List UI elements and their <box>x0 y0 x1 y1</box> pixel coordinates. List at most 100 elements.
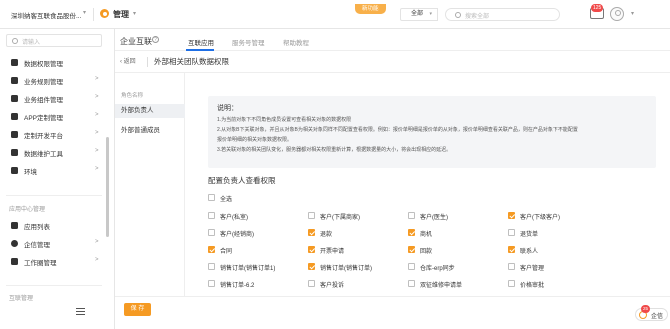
message-count-badge: 125 <box>591 4 604 12</box>
divider <box>93 8 94 21</box>
tab-help-tutorial[interactable]: 帮助教程 <box>283 37 309 47</box>
page-title: 企业互联 <box>120 37 152 46</box>
permission-checkbox-label: 客户(经销商) <box>220 232 254 238</box>
permission-checkbox-label: 合同 <box>220 249 233 255</box>
tab-interconnect-apps[interactable]: 互联应用 <box>188 37 214 47</box>
permission-checkbox[interactable] <box>208 229 215 236</box>
permission-checkbox[interactable] <box>508 280 515 287</box>
help-icon[interactable]: ? <box>152 36 159 43</box>
permission-checkbox-label: 联系人 <box>520 249 539 255</box>
select-all-label: 全选 <box>220 197 233 203</box>
sidebar-scrollbar[interactable] <box>106 137 109 237</box>
chevron-down-icon: ▾ <box>429 11 432 17</box>
back-label: 返回 <box>123 59 136 65</box>
permission-checkbox-label: 客户(下属商家) <box>320 215 360 221</box>
chevron-right-icon: > <box>95 239 99 245</box>
screen-icon <box>11 167 18 174</box>
grid-icon <box>11 222 18 229</box>
permission-checkbox[interactable] <box>408 263 415 270</box>
divider <box>147 57 148 67</box>
sidebar-item-dev-platform[interactable]: 定制开发平台 > <box>0 128 108 141</box>
new-feature-badge[interactable]: 新功能 <box>355 4 386 14</box>
company-name[interactable]: 深圳纳客互联食品股份... <box>11 10 81 20</box>
sidebar-item-label: 工作圈管理 <box>24 260 57 267</box>
permission-checkbox[interactable] <box>308 246 315 253</box>
sidebar-search-input[interactable]: 请输入 <box>6 34 102 47</box>
permission-checkbox[interactable] <box>208 212 215 219</box>
permission-checkbox[interactable] <box>408 212 415 219</box>
footer-bar: 保 存 <box>115 296 670 329</box>
permission-checkbox[interactable] <box>508 229 515 236</box>
global-search-input[interactable]: 搜索全部 <box>445 8 560 21</box>
sidebar-item-work-circle[interactable]: 工作圈管理 > <box>0 255 108 268</box>
save-button[interactable]: 保 存 <box>124 303 151 316</box>
sidebar-item-data-tools[interactable]: 数据维护工具 > <box>0 146 108 159</box>
collapse-menu-icon[interactable] <box>76 308 85 315</box>
select-all-checkbox[interactable] <box>208 194 215 201</box>
permission-checkbox[interactable] <box>508 212 515 219</box>
permission-checkbox-label: 客户(下级客户) <box>520 215 560 221</box>
role-item-external-member[interactable]: 外部普通成员 <box>115 124 185 138</box>
sidebar-item-label: 定制开发平台 <box>24 133 63 140</box>
sidebar: 请输入 数据权限管理 业务规则管理 > 业务组件管理 > APP定制管理 > 定… <box>0 29 115 329</box>
role-item-external-owner[interactable]: 外部负责人 <box>115 104 185 118</box>
avatar[interactable] <box>610 7 624 21</box>
sidebar-item-label: 数据权限管理 <box>24 61 63 68</box>
permission-checkbox-label: 销售订单(销售订单1) <box>220 266 276 272</box>
tab-service-accounts[interactable]: 服务号管理 <box>232 37 265 47</box>
wrench-icon <box>11 77 18 84</box>
lock-icon <box>11 59 18 66</box>
search-scope-select[interactable]: 全部 ▾ <box>400 8 438 21</box>
description-line: 1.为当前对象下不同角色成员设置可查看相关对象的数据权限 <box>217 117 352 123</box>
permission-checkbox-label: 商机 <box>420 232 433 238</box>
chevron-down-icon[interactable]: ▾ <box>83 9 86 16</box>
config-section-title: 配置负责人查看权限 <box>208 176 276 185</box>
chevron-right-icon: > <box>95 166 99 172</box>
permission-checkbox[interactable] <box>208 263 215 270</box>
sidebar-item-messaging[interactable]: 企信管理 > <box>0 237 108 250</box>
module-switcher[interactable]: 管理 <box>113 9 129 20</box>
permission-checkbox[interactable] <box>308 229 315 236</box>
permission-checkbox-label: 仓库-erp同步 <box>420 266 455 272</box>
sidebar-item-label: 业务规则管理 <box>24 79 63 86</box>
role-list-header: 角色名称 <box>121 93 144 99</box>
sidebar-item-environment[interactable]: 环境 > <box>0 164 108 177</box>
top-bar: 深圳纳客互联食品股份... ▾ 管理 ▾ 新功能 全部 ▾ 搜索全部 125 ▾ <box>0 0 670 29</box>
permission-checkbox-label: 价格审批 <box>520 283 545 289</box>
permission-checkbox[interactable] <box>208 246 215 253</box>
chevron-right-icon: > <box>95 112 99 118</box>
sidebar-item-label: 业务组件管理 <box>24 97 63 104</box>
description-title: 说明： <box>217 105 238 112</box>
permission-checkbox[interactable] <box>408 246 415 253</box>
panel-header: 企业互联 ? 互联应用 服务号管理 帮助教程 <box>115 29 670 51</box>
permission-checkbox[interactable] <box>508 263 515 270</box>
sidebar-item-data-permission[interactable]: 数据权限管理 <box>0 56 108 69</box>
permission-checkbox-label: 回款 <box>420 249 433 255</box>
monitor-icon <box>11 131 18 138</box>
circle-icon <box>11 258 18 265</box>
permission-checkbox-label: 客户(私室) <box>220 215 248 221</box>
chevron-down-icon[interactable]: ▾ <box>631 10 634 17</box>
chat-icon <box>11 240 18 247</box>
back-button[interactable]: ‹ 返回 <box>120 57 136 67</box>
group-label-internet: 互联管理 <box>9 296 34 302</box>
permission-checkbox[interactable] <box>308 263 315 270</box>
permission-checkbox[interactable] <box>308 280 315 287</box>
permission-checkbox[interactable] <box>208 280 215 287</box>
description-line: 报价单明细的相关对象数据权限。 <box>217 137 293 143</box>
permission-checkbox[interactable] <box>408 280 415 287</box>
sidebar-item-label: 应用列表 <box>24 224 50 231</box>
gear-icon <box>100 9 109 18</box>
puzzle-icon <box>11 95 18 102</box>
section-title: 外部相关团队数据权限 <box>154 57 229 66</box>
sidebar-item-components[interactable]: 业务组件管理 > <box>0 92 108 105</box>
permission-checkbox[interactable] <box>308 212 315 219</box>
sidebar-item-business-rules[interactable]: 业务规则管理 > <box>0 74 108 87</box>
permission-checkbox[interactable] <box>408 229 415 236</box>
chat-button[interactable]: 25 企信 <box>635 305 668 321</box>
permission-checkbox[interactable] <box>508 246 515 253</box>
search-scope-value: 全部 <box>411 11 424 17</box>
sidebar-item-app-list[interactable]: 应用列表 <box>0 219 108 232</box>
sidebar-item-app-custom[interactable]: APP定制管理 > <box>0 110 108 123</box>
chevron-down-icon[interactable]: ▾ <box>133 10 136 17</box>
